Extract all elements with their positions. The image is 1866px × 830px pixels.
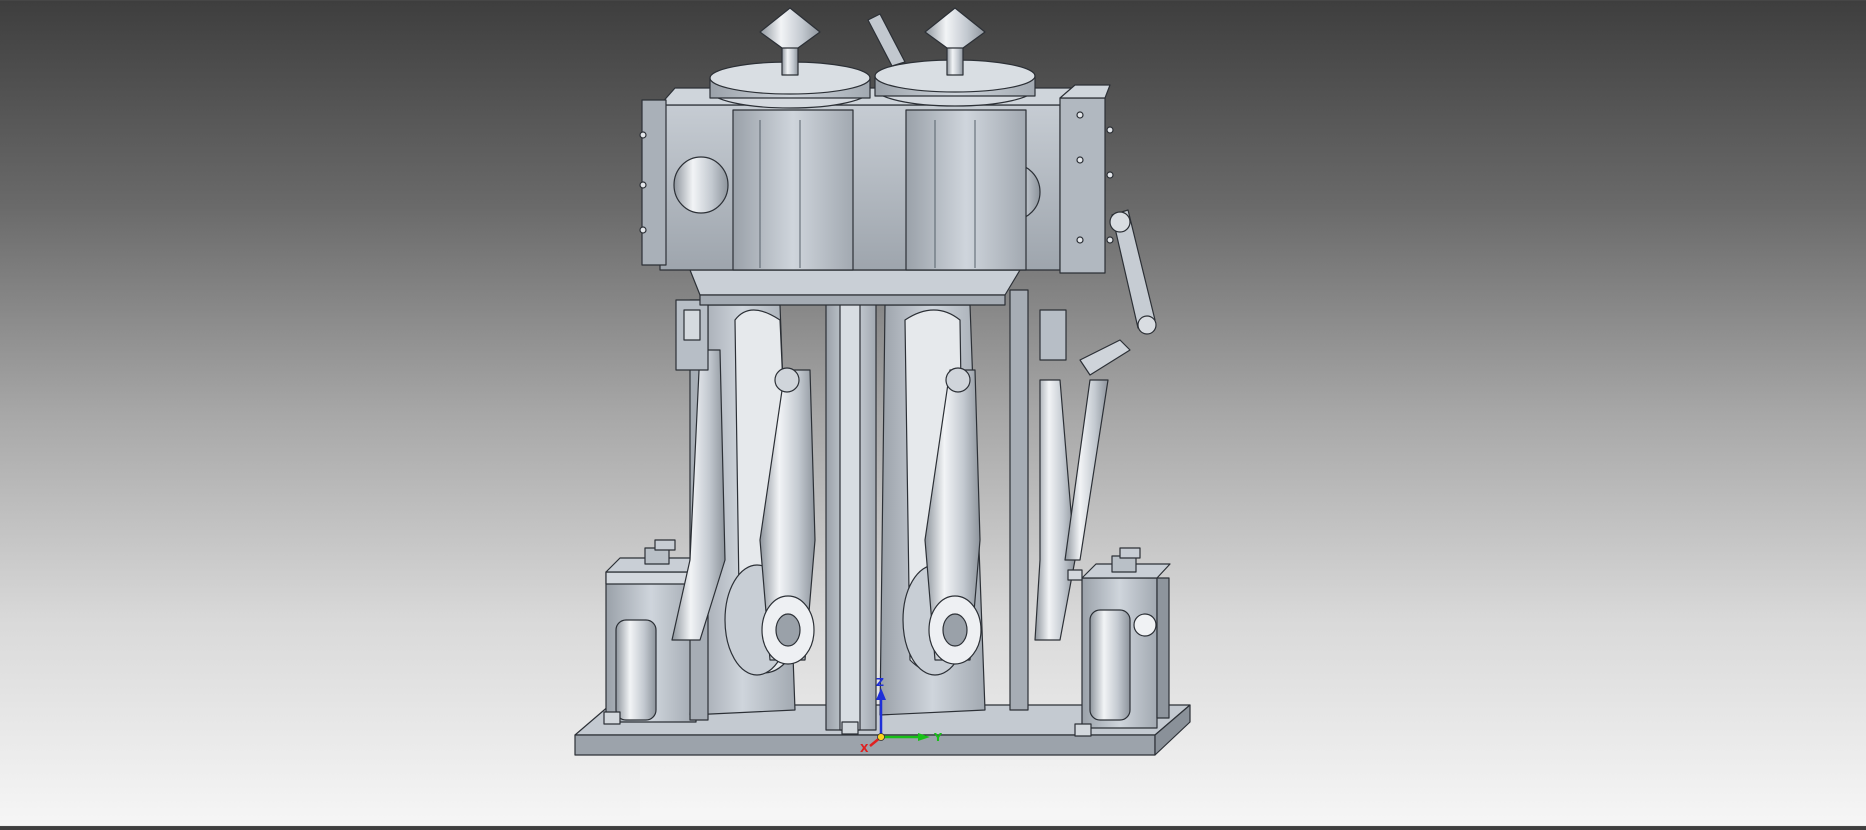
left-cylinder-head: [709, 7, 871, 109]
cylinder-block: [639, 84, 1114, 306]
y-axis-label: Y: [933, 731, 943, 744]
left-valve-guide: [675, 299, 709, 371]
triad-origin: [877, 733, 885, 741]
z-axis-label: Z: [876, 676, 884, 689]
floor-reflection: [640, 760, 1100, 820]
cad-3d-viewport[interactable]: Z Y X: [0, 0, 1866, 826]
center-column: [825, 289, 877, 731]
right-bearing-pedestal: [1081, 547, 1171, 729]
right-eccentric-rod: [1034, 379, 1076, 641]
x-axis-label: X: [860, 742, 869, 755]
valve-spindle: [867, 13, 906, 67]
